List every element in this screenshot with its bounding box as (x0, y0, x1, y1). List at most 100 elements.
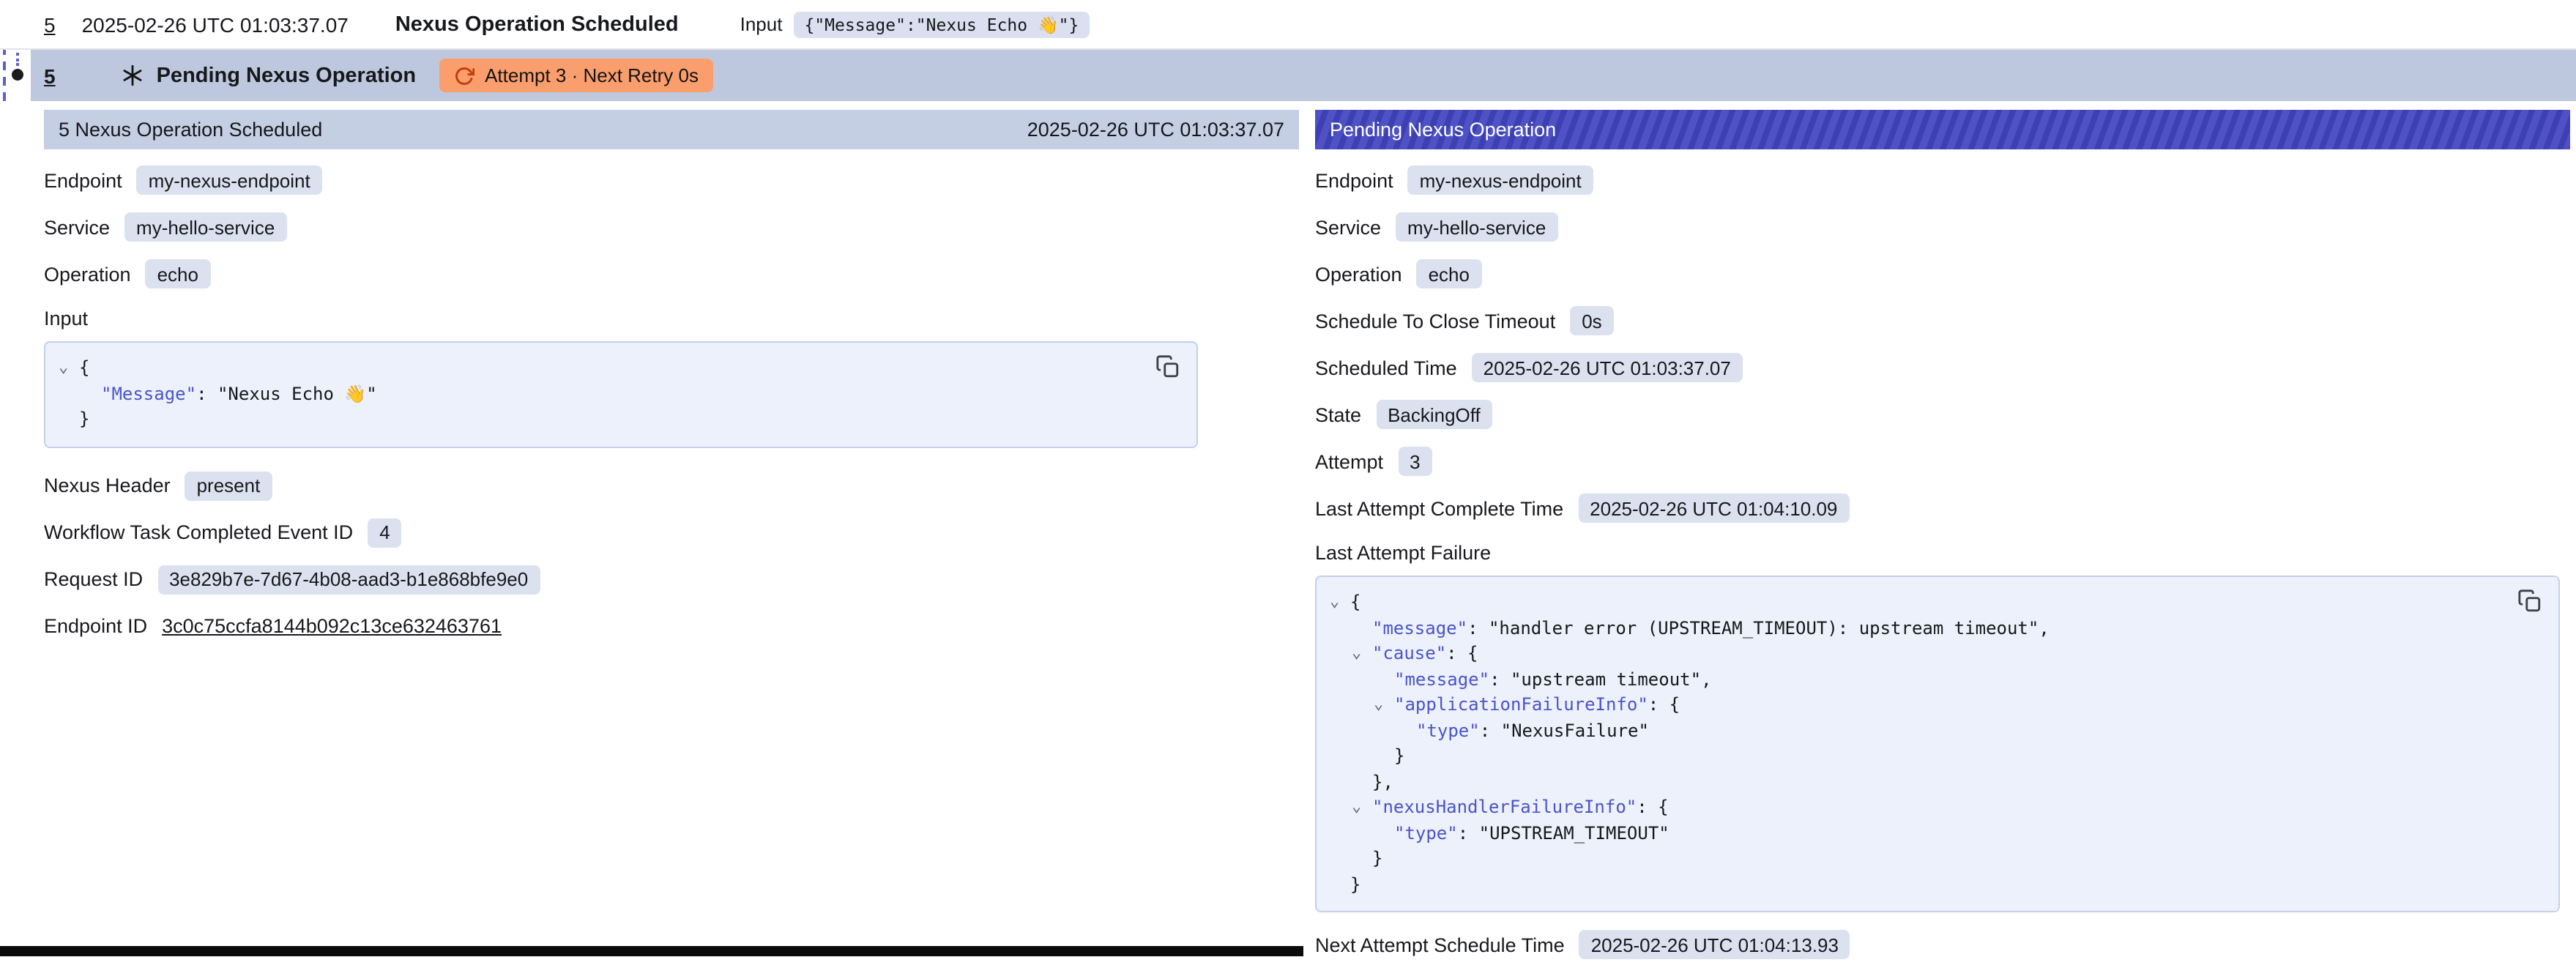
field-value-badge: 2025-02-26 UTC 01:04:10.09 (1578, 494, 1849, 523)
field-value-badge: my-nexus-endpoint (1408, 165, 1593, 195)
collapse-chevron-icon[interactable]: ⌄ (1352, 640, 1361, 666)
json-token: "NexusFailure" (1501, 720, 1649, 740)
json-token: : (1480, 720, 1501, 740)
scheduled-panel-timestamp: 2025-02-26 UTC 01:03:37.07 (1027, 119, 1284, 141)
field-value-badge: 2025-02-26 UTC 01:04:13.93 (1579, 930, 1850, 959)
collapse-chevron-icon[interactable]: ⌄ (1374, 691, 1383, 717)
field-label: Service (1315, 216, 1381, 238)
pending-panel-header: Pending Nexus Operation (1315, 110, 2570, 149)
field-value-badge: 0s (1570, 306, 1613, 335)
event-timestamp: 2025-02-26 UTC 01:03:37.07 (82, 12, 349, 36)
input-preview-badge: {"Message":"Nexus Echo 👋"} (794, 11, 1089, 37)
field-row-next-attempt-schedule-time: Next Attempt Schedule Time 2025-02-26 UT… (1315, 921, 2570, 968)
json-key: "type" (1394, 822, 1458, 843)
json-key: "cause" (1372, 643, 1446, 663)
json-line: }, (1330, 770, 2497, 795)
field-value-badge: 4 (368, 518, 401, 547)
field-label: Last Attempt Failure (1315, 541, 1491, 563)
copy-icon[interactable] (1156, 354, 1183, 381)
field-label: Attempt (1315, 450, 1383, 472)
copy-icon[interactable] (2517, 589, 2544, 615)
json-key: "nexusHandlerFailureInfo" (1372, 797, 1637, 817)
field-value-badge: present (185, 471, 272, 500)
retry-icon (454, 65, 474, 86)
json-token: : (196, 383, 217, 403)
json-token: { (1350, 592, 1360, 612)
json-token: "UPSTREAM_TIMEOUT" (1479, 822, 1669, 843)
event-row-pending[interactable]: 5 Pending Nexus Operation Attempt 3 · Ne… (31, 50, 2576, 101)
pending-event-title: Pending Nexus Operation (157, 64, 417, 87)
field-row-endpoint: Endpoint my-nexus-endpoint (1315, 157, 2570, 204)
field-label: Schedule To Close Timeout (1315, 310, 1555, 332)
input-label: Input (740, 13, 783, 35)
field-value-badge: my-nexus-endpoint (137, 165, 322, 195)
last-attempt-failure-label-row: Last Attempt Failure (1315, 532, 2570, 573)
json-line: } (1330, 846, 2497, 872)
field-label: Request ID (44, 568, 143, 590)
json-token: } (79, 409, 89, 429)
field-row-service: Service my-hello-service (1315, 204, 2570, 250)
json-token: "handler error (UPSTREAM_TIMEOUT): upstr… (1489, 617, 2039, 638)
field-value-badge: 2025-02-26 UTC 01:03:37.07 (1472, 353, 1743, 382)
state-badge: BackingOff (1376, 400, 1492, 429)
endpoint-id-link[interactable]: 3c0c75ccfa8144b092c13ce632463761 (162, 615, 502, 637)
scheduled-panel-header: 5 Nexus Operation Scheduled 2025-02-26 U… (44, 110, 1299, 149)
field-label: Operation (1315, 263, 1402, 285)
json-line: } (59, 407, 1136, 433)
field-label: State (1315, 403, 1361, 425)
field-label: Scheduled Time (1315, 357, 1457, 379)
json-token: : { (1648, 694, 1680, 715)
json-token: } (1372, 848, 1382, 868)
json-token: { (79, 357, 89, 378)
field-row-state: State BackingOff (1315, 391, 2570, 438)
json-token: , (2039, 617, 2049, 638)
collapse-chevron-icon[interactable]: ⌄ (1330, 589, 1339, 614)
field-row-endpoint: Endpoint my-nexus-endpoint (44, 157, 1299, 204)
json-token: } (1394, 745, 1404, 766)
pending-event-id-link[interactable]: 5 (44, 64, 56, 87)
json-line: "type": "NexusFailure" (1330, 718, 2497, 744)
json-token: , (1701, 669, 1711, 689)
collapse-chevron-icon[interactable]: ⌄ (1352, 794, 1361, 819)
field-row-schedule-to-close-timeout: Schedule To Close Timeout 0s (1315, 297, 2570, 344)
field-label: Endpoint (1315, 169, 1393, 191)
field-label: Operation (44, 263, 131, 285)
json-token: : { (1637, 797, 1668, 817)
event-row-scheduled[interactable]: 5 2025-02-26 UTC 01:03:37.07 Nexus Opera… (0, 0, 2576, 50)
json-token: }, (1372, 771, 1393, 792)
json-token: "Nexus Echo 👋" (217, 383, 377, 403)
field-label: Nexus Header (44, 474, 171, 496)
field-label: Endpoint (44, 169, 122, 191)
attempt-retry-badge: Attempt 3 · Next Retry 0s (439, 59, 713, 92)
json-token: } (1350, 874, 1360, 894)
field-row-workflow-task-completed-event-id: Workflow Task Completed Event ID 4 (44, 509, 1299, 556)
pending-operation-panel: Pending Nexus Operation Endpoint my-nexu… (1315, 110, 2570, 946)
event-title: Nexus Operation Scheduled (395, 12, 679, 36)
field-label: Workflow Task Completed Event ID (44, 521, 353, 543)
field-row-attempt: Attempt 3 (1315, 438, 2570, 485)
scheduled-event-detail-panel: 5 Nexus Operation Scheduled 2025-02-26 U… (44, 110, 1299, 946)
json-line: ⌄{ (1330, 590, 2497, 616)
scheduled-panel-title: 5 Nexus Operation Scheduled (59, 119, 322, 141)
json-line: } (1330, 744, 2497, 770)
json-key: "applicationFailureInfo" (1394, 694, 1648, 715)
json-line: "message": "handler error (UPSTREAM_TIME… (1330, 616, 2497, 641)
attempt-retry-text: Attempt 3 · Next Retry 0s (485, 64, 699, 86)
bottom-strip (0, 946, 1303, 956)
field-label: Last Attempt Complete Time (1315, 497, 1563, 519)
field-label: Next Attempt Schedule Time (1315, 934, 1565, 956)
input-field-label-row: Input (44, 297, 1299, 338)
field-value-badge: 3e829b7e-7d67-4b08-aad3-b1e868bfe9e0 (157, 565, 540, 594)
field-label: Input (44, 307, 88, 329)
collapse-chevron-icon[interactable]: ⌄ (59, 354, 68, 380)
json-line: ⌄"cause": { (1330, 641, 2497, 667)
event-id-link[interactable]: 5 (44, 12, 56, 36)
field-row-endpoint-id: Endpoint ID 3c0c75ccfa8144b092c13ce63246… (44, 603, 1299, 649)
json-token: : (1489, 669, 1511, 689)
json-line: "message": "upstream timeout", (1330, 667, 2497, 693)
json-line: ⌄{ (59, 356, 1136, 381)
pending-asterisk-icon (120, 63, 145, 88)
field-value-badge: 3 (1398, 447, 1432, 476)
input-json-viewer: ⌄{"Message": "Nexus Echo 👋"} (44, 341, 1199, 447)
pending-panel-title: Pending Nexus Operation (1330, 119, 1556, 141)
